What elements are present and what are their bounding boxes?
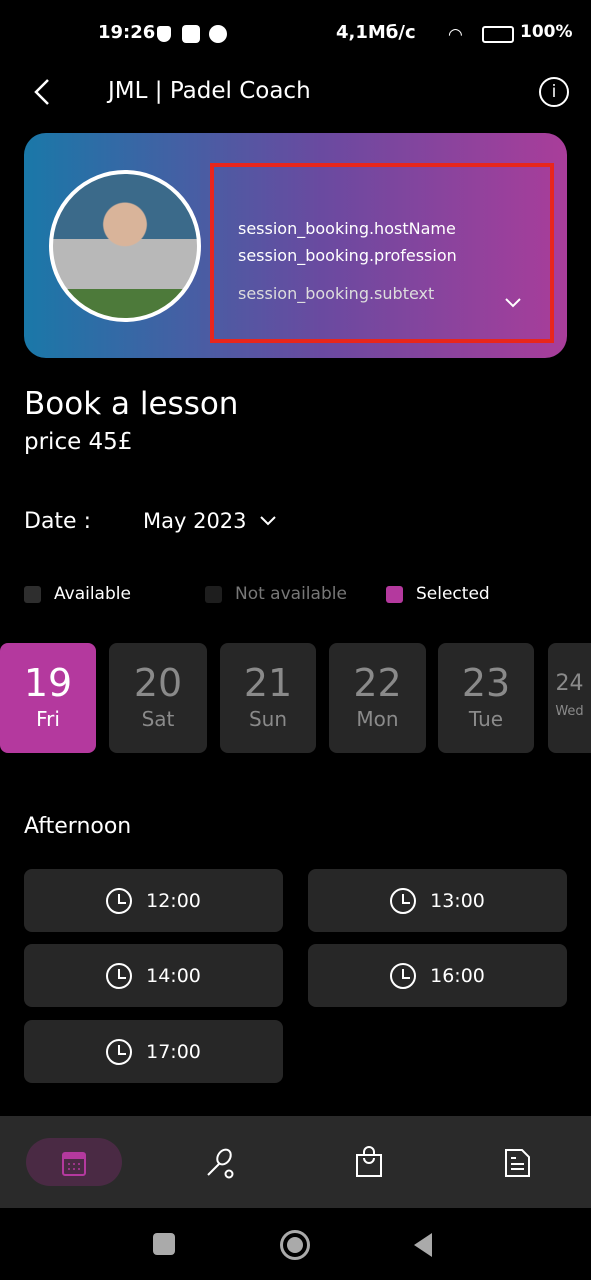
home-button[interactable] <box>280 1230 310 1260</box>
slot-time: 12:00 <box>146 889 201 912</box>
day-weekday: Mon <box>356 707 399 731</box>
recents-button[interactable] <box>153 1233 175 1255</box>
clock-icon <box>106 962 133 989</box>
chevron-left-icon <box>34 79 49 105</box>
calendar-icon <box>62 1152 86 1176</box>
month-selector[interactable]: May 2023 <box>143 509 277 533</box>
booking-title: Book a lesson <box>24 386 239 422</box>
time-slot[interactable]: 12:00 <box>24 869 283 932</box>
day-number: 22 <box>353 661 402 705</box>
clock-icon <box>390 962 417 989</box>
day-21[interactable]: 21 Sun <box>220 643 316 753</box>
slot-time: 16:00 <box>430 964 485 987</box>
day-number: 19 <box>23 661 73 705</box>
host-name: session_booking.hostName <box>238 219 456 238</box>
legend-not-available-swatch <box>205 586 222 603</box>
speaker-icon <box>209 25 227 43</box>
legend-available-swatch <box>24 586 41 603</box>
info-button[interactable]: i <box>539 77 569 107</box>
day-weekday: Fri <box>36 707 60 731</box>
shield-icon <box>157 26 171 42</box>
battery-icon <box>482 26 514 43</box>
chevron-down-icon[interactable] <box>504 297 522 309</box>
day-number: 23 <box>461 661 511 705</box>
status-time: 19:26 <box>98 22 156 43</box>
chevron-down-icon <box>259 516 276 526</box>
nav-calendar[interactable] <box>26 1138 122 1186</box>
month-value: May 2023 <box>143 509 247 533</box>
day-weekday: Sat <box>141 707 175 731</box>
legend-not-available: Not available <box>235 584 347 604</box>
day-number: 21 <box>243 661 293 705</box>
wifi-icon: ◠ <box>448 25 463 45</box>
clock-icon <box>390 887 417 914</box>
bottom-nav <box>0 1116 591 1208</box>
host-info-highlight[interactable]: session_booking.hostName session_booking… <box>210 163 554 343</box>
notification-icon <box>182 25 200 43</box>
host-avatar <box>49 170 201 322</box>
host-card: session_booking.hostName session_booking… <box>24 133 567 358</box>
day-weekday: Sun <box>248 707 288 731</box>
section-afternoon: Afternoon <box>24 814 132 839</box>
day-number: 20 <box>133 661 183 705</box>
host-profession: session_booking.profession <box>238 246 457 265</box>
legend-available: Available <box>54 584 131 604</box>
time-slot[interactable]: 13:00 <box>308 869 567 932</box>
slot-time: 17:00 <box>146 1040 201 1063</box>
day-19[interactable]: 19 Fri <box>0 643 96 753</box>
date-label: Date : <box>24 509 91 534</box>
time-slot[interactable]: 16:00 <box>308 944 567 1007</box>
slot-time: 13:00 <box>430 889 485 912</box>
day-number: 24 <box>555 671 584 696</box>
day-22[interactable]: 22 Mon <box>329 643 426 753</box>
booking-price: price 45£ <box>24 429 133 455</box>
battery-level: 100% <box>520 22 573 42</box>
day-20[interactable]: 20 Sat <box>109 643 207 753</box>
time-slot[interactable]: 14:00 <box>24 944 283 1007</box>
clock-icon <box>106 1038 133 1065</box>
page-title: JML | Padel Coach <box>108 78 311 104</box>
slot-time: 14:00 <box>146 964 201 987</box>
legend-selected-swatch <box>386 586 403 603</box>
system-back-button[interactable] <box>412 1232 434 1258</box>
shopping-bag-icon[interactable] <box>355 1146 383 1178</box>
clock-icon <box>106 887 133 914</box>
time-slot[interactable]: 17:00 <box>24 1020 283 1083</box>
day-weekday: Wed <box>555 704 584 719</box>
host-subtext: session_booking.subtext <box>238 284 435 303</box>
day-24[interactable]: 24 Wed <box>548 643 591 753</box>
legend-selected: Selected <box>416 584 490 604</box>
day-weekday: Tue <box>468 707 504 731</box>
racket-icon[interactable] <box>205 1146 237 1180</box>
network-speed: 4,1Мб/с <box>336 22 416 43</box>
document-icon[interactable] <box>504 1148 532 1178</box>
day-23[interactable]: 23 Tue <box>438 643 534 753</box>
back-button[interactable] <box>30 78 54 106</box>
